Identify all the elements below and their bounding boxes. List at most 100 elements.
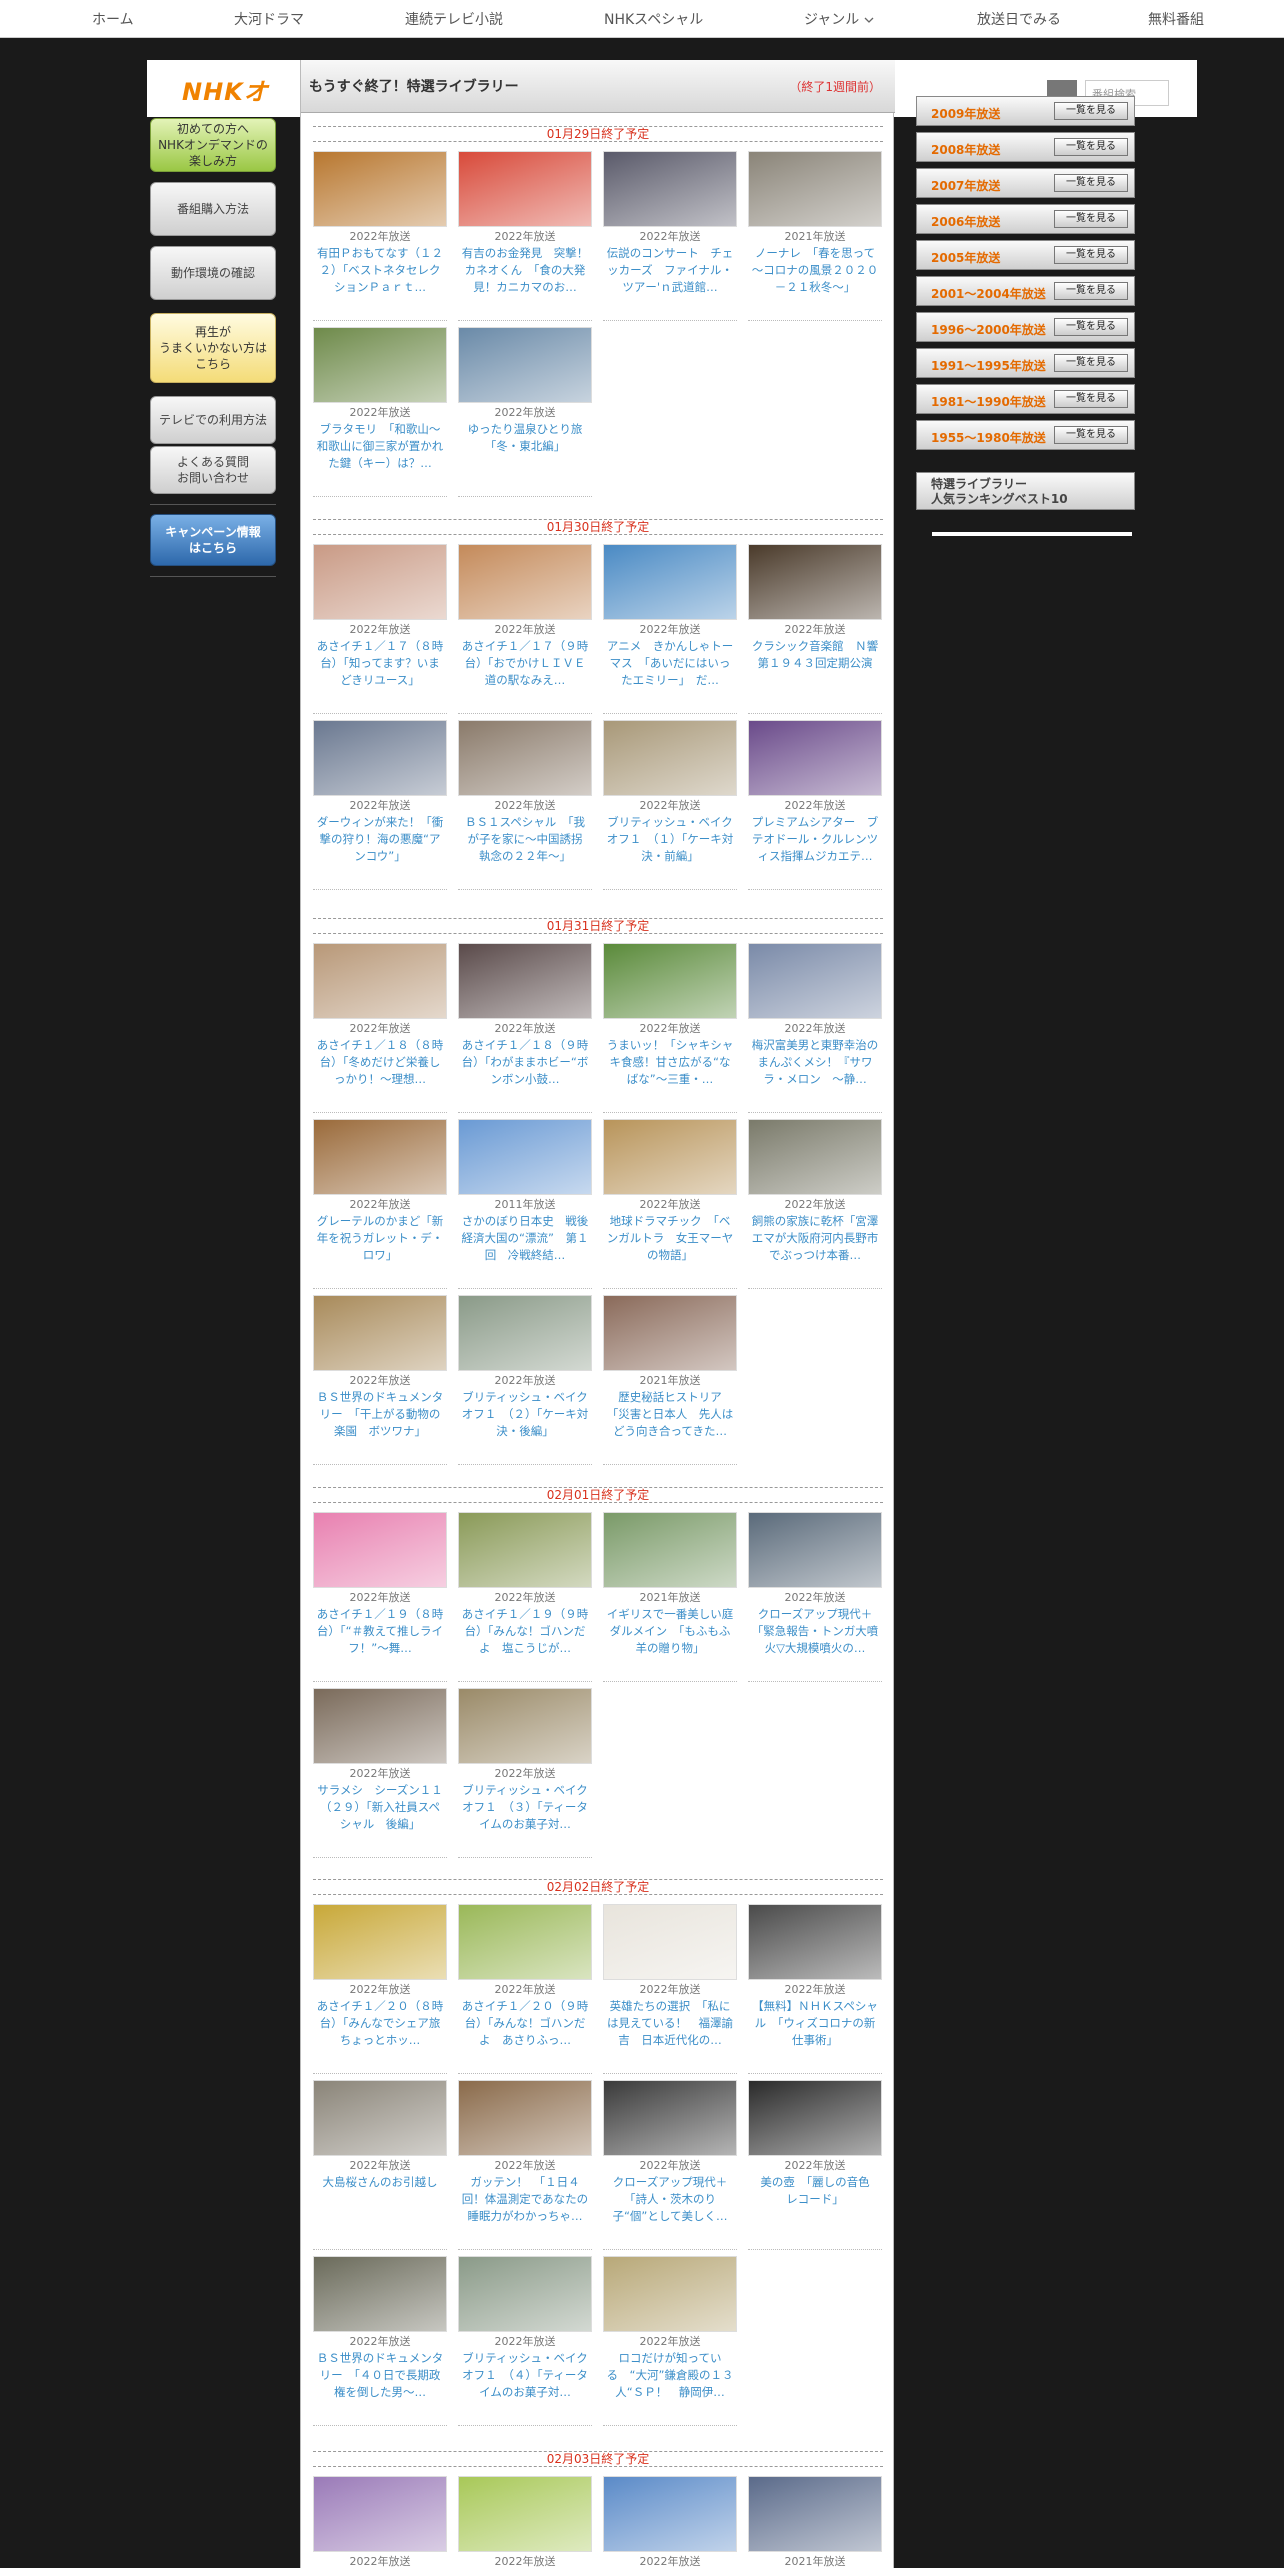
program-thumbnail[interactable] <box>603 2256 737 2332</box>
program-thumbnail[interactable] <box>458 2256 592 2332</box>
program-thumbnail[interactable] <box>313 1688 447 1764</box>
program-title-link[interactable]: ダーウィンが来た！「衝撃の狩り！海の悪魔“アンコウ”」 <box>313 813 447 885</box>
faq-contact-button[interactable]: よくある質問 お問い合わせ <box>150 446 276 494</box>
program-title-link[interactable]: ブリティッシュ・ベイクオフ１ （２）「ケーキ対決・後編」 <box>458 1388 592 1460</box>
nhk-ondemand-logo[interactable]: NHKオ <box>182 72 269 107</box>
program-tile[interactable]: 2022年放送 有田Ｐおもてなす（１２２）「ベストネタセレクションＰａｒｔ… <box>313 151 447 321</box>
program-title-link[interactable]: 【無料】ＮＨＫスペシャル 「ウィズコロナの新仕事術」 <box>748 1997 882 2069</box>
program-title-link[interactable]: サラメシ シーズン１１ （２９）「新入社員スペシャル 後編」 <box>313 1781 447 1853</box>
view-list-button[interactable]: 一覧を見る <box>1054 210 1128 228</box>
nav-by-broadcast-date[interactable]: 放送日でみる <box>977 9 1061 29</box>
nav-free-programs[interactable]: 無料番組 <box>1148 9 1204 29</box>
program-title-link[interactable]: ブリティッシュ・ベイクオフ１ （１）「ケーキ対決・前編」 <box>603 813 737 885</box>
program-thumbnail[interactable] <box>748 2476 882 2552</box>
program-title-link[interactable]: 有田Ｐおもてなす（１２２）「ベストネタセレクションＰａｒｔ… <box>313 244 447 316</box>
program-thumbnail[interactable] <box>458 943 592 1019</box>
program-title-link[interactable]: あさイチ１／１８（８時台）「冬めだけど栄養しっかり！～理想… <box>313 1036 447 1108</box>
nav-renzoku-tv-shosetsu[interactable]: 連続テレビ小説 <box>405 9 503 29</box>
year-category-row[interactable]: 2009年放送 一覧を見る <box>916 96 1135 126</box>
program-title-link[interactable]: あさイチ１／１９（８時台）「“＃教えて推しライフ！”～舞… <box>313 1605 447 1677</box>
program-tile[interactable]: 2022年放送 <box>603 2476 737 2568</box>
program-thumbnail[interactable] <box>603 2080 737 2156</box>
nav-nhk-special[interactable]: NHKスペシャル <box>604 9 703 29</box>
nav-home[interactable]: ホーム <box>92 9 134 29</box>
purchase-method-button[interactable]: 番組購入方法 <box>150 182 276 236</box>
program-title-link[interactable]: グレーテルのかまど「新年を祝うガレット・デ・ロワ」 <box>313 1212 447 1284</box>
program-thumbnail[interactable] <box>603 151 737 227</box>
program-tile[interactable]: 2022年放送 クラシック音楽館 Ｎ響第１９４３回定期公演 <box>748 544 882 714</box>
program-tile[interactable]: 2021年放送 ノーナレ 「春を思って～コロナの風景２０２０－２１秋冬～」 <box>748 151 882 321</box>
program-tile[interactable]: 2022年放送 伝説のコンサート チェッカーズ ファイナル・ツアー'ｎ武道館… <box>603 151 737 321</box>
program-title-link[interactable]: ＢＳ１スペシャル 「我が子を家に～中国誘拐 執念の２２年～」 <box>458 813 592 885</box>
program-thumbnail[interactable] <box>748 720 882 796</box>
program-title-link[interactable]: ブラタモリ 「和歌山～和歌山に御三家が置かれた鍵（キー）は？… <box>313 420 447 492</box>
program-thumbnail[interactable] <box>313 151 447 227</box>
program-tile[interactable]: 2021年放送 <box>748 2476 882 2568</box>
program-tile[interactable]: 2022年放送 アニメ きかんしゃトーマス 「あいだにはいったエミリー」 だ… <box>603 544 737 714</box>
year-category-row[interactable]: 2001～2004年放送 一覧を見る <box>916 276 1135 306</box>
program-tile[interactable]: 2022年放送 飼熊の家族に乾杯「宮澤エマが大阪府河内長野市でぶっつけ本番… <box>748 1119 882 1289</box>
program-thumbnail[interactable] <box>603 544 737 620</box>
program-title-link[interactable]: さかのぼり日本史 戦後 経済大国の“漂流” 第１回 冷戦終結… <box>458 1212 592 1284</box>
nav-genre[interactable]: ジャンル <box>804 9 874 29</box>
program-title-link[interactable]: ＢＳ世界のドキュメンタリー 「干上がる動物の楽園 ボツワナ」 <box>313 1388 447 1460</box>
program-tile[interactable]: 2021年放送 イギリスで一番美しい庭 ダルメイン 「もふもふ羊の贈り物」 <box>603 1512 737 1682</box>
program-tile[interactable]: 2022年放送 サラメシ シーズン１１ （２９）「新入社員スペシャル 後編」 <box>313 1688 447 1858</box>
program-tile[interactable]: 2022年放送 大島桜さんのお引越し <box>313 2080 447 2250</box>
program-tile[interactable]: 2022年放送 ＢＳ世界のドキュメンタリー 「干上がる動物の楽園 ボツワナ」 <box>313 1295 447 1465</box>
program-tile[interactable]: 2022年放送 ブリティッシュ・ベイクオフ１ （４）「ティータイムのお菓子対… <box>458 2256 592 2426</box>
program-thumbnail[interactable] <box>748 544 882 620</box>
view-list-button[interactable]: 一覧を見る <box>1054 426 1128 444</box>
program-thumbnail[interactable] <box>313 1295 447 1371</box>
program-thumbnail[interactable] <box>603 1295 737 1371</box>
program-thumbnail[interactable] <box>313 2256 447 2332</box>
view-list-button[interactable]: 一覧を見る <box>1054 390 1128 408</box>
program-tile[interactable]: 2022年放送 あさイチ１／２０（９時台）「みんな！ゴハンだよ あさりふっ… <box>458 1904 592 2074</box>
program-tile[interactable]: 2022年放送 ガッテン！ 「１日４回！体温測定であなたの睡眠力がわかっちゃ… <box>458 2080 592 2250</box>
program-thumbnail[interactable] <box>603 943 737 1019</box>
program-title-link[interactable]: あさイチ１／１８（９時台）「わがままホビー“ボンボン小鼓… <box>458 1036 592 1108</box>
program-title-link[interactable]: 伝説のコンサート チェッカーズ ファイナル・ツアー'ｎ武道館… <box>603 244 737 316</box>
program-tile[interactable]: 2011年放送 さかのぼり日本史 戦後 経済大国の“漂流” 第１回 冷戦終結… <box>458 1119 592 1289</box>
program-title-link[interactable]: 美の壺 「麗しの音色 レコード」 <box>748 2173 882 2245</box>
program-thumbnail[interactable] <box>313 1119 447 1195</box>
program-tile[interactable]: 2022年放送 梅沢富美男と東野幸治のまんぷくメシ！『サワラ・メロン ～静… <box>748 943 882 1113</box>
ranking-banner[interactable]: 特選ライブラリー 人気ランキングベスト10 <box>916 472 1135 510</box>
program-title-link[interactable]: 英雄たちの選択 「私には見えている！ 福澤諭吉 日本近代化の… <box>603 1997 737 2069</box>
program-thumbnail[interactable] <box>603 720 737 796</box>
program-tile[interactable]: 2022年放送 <box>313 2476 447 2568</box>
view-list-button[interactable]: 一覧を見る <box>1054 174 1128 192</box>
program-tile[interactable]: 2022年放送 あさイチ１／１８（８時台）「冬めだけど栄養しっかり！～理想… <box>313 943 447 1113</box>
program-title-link[interactable]: イギリスで一番美しい庭 ダルメイン 「もふもふ羊の贈り物」 <box>603 1605 737 1677</box>
year-category-row[interactable]: 1991～1995年放送 一覧を見る <box>916 348 1135 378</box>
program-thumbnail[interactable] <box>313 2080 447 2156</box>
program-thumbnail[interactable] <box>748 151 882 227</box>
program-tile[interactable]: 2022年放送 美の壺 「麗しの音色 レコード」 <box>748 2080 882 2250</box>
program-tile[interactable]: 2022年放送 ＢＳ１スペシャル 「我が子を家に～中国誘拐 執念の２２年～」 <box>458 720 592 890</box>
program-title-link[interactable]: あさイチ１／１７（８時台）「知ってます？いまどきリユース」 <box>313 637 447 709</box>
program-tile[interactable]: 2022年放送 ロコだけが知っている “大河”鎌倉殿の１３人“ＳＰ！ 静岡伊… <box>603 2256 737 2426</box>
program-thumbnail[interactable] <box>603 1119 737 1195</box>
program-title-link[interactable]: ブリティッシュ・ベイクオフ１ （３）「ティータイムのお菓子対… <box>458 1781 592 1853</box>
program-thumbnail[interactable] <box>458 1904 592 1980</box>
program-title-link[interactable]: アニメ きかんしゃトーマス 「あいだにはいったエミリー」 だ… <box>603 637 737 709</box>
campaign-info-button[interactable]: キャンペーン情報 はこちら <box>150 514 276 566</box>
program-tile[interactable]: 2022年放送 ブリティッシュ・ベイクオフ１ （３）「ティータイムのお菓子対… <box>458 1688 592 1858</box>
program-tile[interactable]: 2021年放送 歴史秘話ヒストリア 「災害と日本人 先人はどう向き合ってきた… <box>603 1295 737 1465</box>
program-title-link[interactable]: ノーナレ 「春を思って～コロナの風景２０２０－２１秋冬～」 <box>748 244 882 316</box>
program-title-link[interactable]: ロコだけが知っている “大河”鎌倉殿の１３人“ＳＰ！ 静岡伊… <box>603 2349 737 2421</box>
view-list-button[interactable]: 一覧を見る <box>1054 282 1128 300</box>
program-thumbnail[interactable] <box>458 1295 592 1371</box>
program-title-link[interactable]: あさイチ１／２０（８時台）「みんなでシェア旅 ちょっとホッ… <box>313 1997 447 2069</box>
view-list-button[interactable]: 一覧を見る <box>1054 246 1128 264</box>
view-list-button[interactable]: 一覧を見る <box>1054 102 1128 120</box>
view-list-button[interactable]: 一覧を見る <box>1054 138 1128 156</box>
program-thumbnail[interactable] <box>458 1512 592 1588</box>
program-title-link[interactable]: ゆったり温泉ひとり旅 「冬・東北編」 <box>458 420 592 492</box>
program-title-link[interactable]: うまいッ！「シャキシャキ食感！甘さ広がる“なばな”～三重・… <box>603 1036 737 1108</box>
view-list-button[interactable]: 一覧を見る <box>1054 318 1128 336</box>
program-thumbnail[interactable] <box>458 327 592 403</box>
program-title-link[interactable]: あさイチ１／１９（９時台）「みんな！ゴハンだよ 塩こうじが… <box>458 1605 592 1677</box>
program-title-link[interactable]: 有吉のお金発見 突撃！カネオくん 「食の大発見！カニカマのお… <box>458 244 592 316</box>
program-thumbnail[interactable] <box>313 720 447 796</box>
